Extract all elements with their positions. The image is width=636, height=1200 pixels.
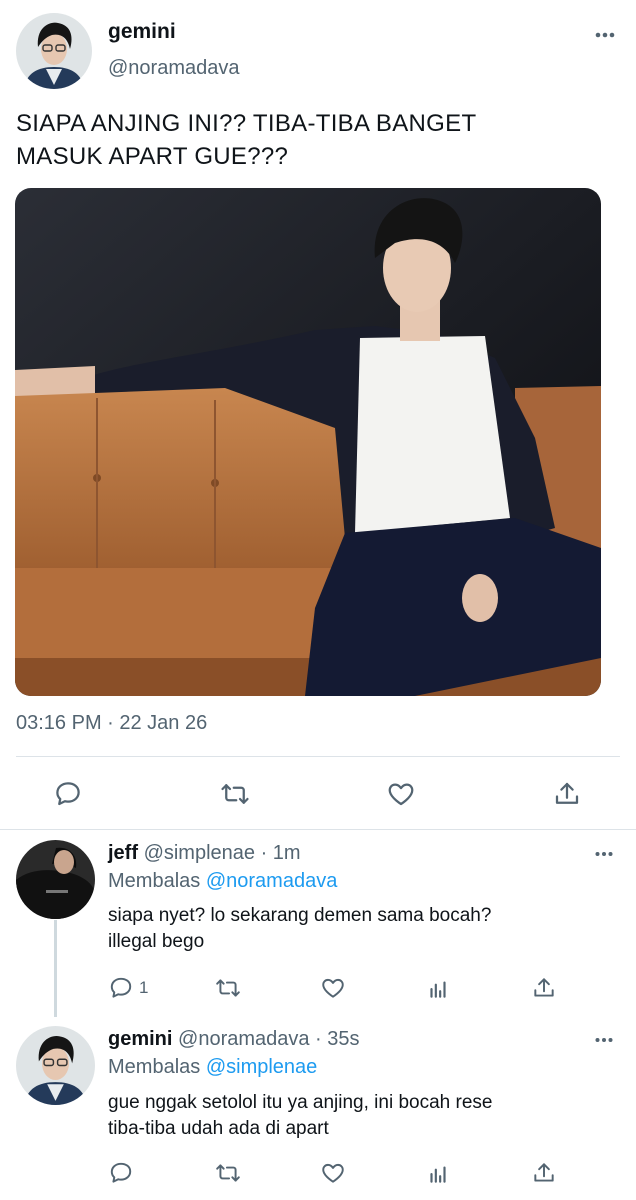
- avatar[interactable]: [16, 1026, 95, 1105]
- tweet-photo[interactable]: [15, 188, 601, 696]
- analytics-icon[interactable]: [425, 975, 451, 1001]
- retweet-icon[interactable]: [220, 779, 250, 809]
- handle[interactable]: @noramadava: [108, 57, 239, 80]
- display-name[interactable]: gemini: [108, 1028, 172, 1050]
- display-name[interactable]: gemini: [108, 20, 176, 44]
- heart-icon[interactable]: [320, 975, 346, 1001]
- handle-time[interactable]: @noramadava · 35s: [178, 1028, 360, 1050]
- reply-text-line: tiba-tiba udah ada di apart: [108, 1118, 329, 1139]
- replying-label: Membalas: [108, 870, 201, 892]
- replying-to: Membalas @noramadava: [108, 870, 337, 893]
- reply-header[interactable]: jeff @simplenae · 1m: [108, 842, 301, 865]
- tweet-text-line: MASUK APART GUE???: [16, 143, 289, 170]
- retweet-icon[interactable]: [215, 1160, 241, 1186]
- replying-label: Membalas: [108, 1056, 201, 1078]
- comment-icon[interactable]: [53, 779, 83, 809]
- reply-count: 1: [139, 978, 149, 997]
- more-options-icon[interactable]: [594, 848, 614, 860]
- reply-text-line: gue nggak setolol itu ya anjing, ini boc…: [108, 1092, 493, 1113]
- tweet-text: SIAPA ANJING INI?? TIBA-TIBA BANGET MASU…: [16, 107, 616, 173]
- comment-icon[interactable]: [108, 975, 134, 1001]
- tweet-text-line: SIAPA ANJING INI?? TIBA-TIBA BANGET: [16, 110, 477, 137]
- avatar[interactable]: [16, 840, 95, 919]
- share-icon[interactable]: [552, 779, 582, 809]
- heart-icon[interactable]: [320, 1160, 346, 1186]
- reply-header[interactable]: gemini @noramadava · 35s: [108, 1028, 360, 1051]
- mention-link[interactable]: @simplenae: [206, 1056, 317, 1078]
- handle-time[interactable]: @simplenae · 1m: [144, 842, 301, 864]
- main-tweet: gemini @noramadava SIAPA ANJING INI?? TI…: [0, 0, 636, 830]
- mention-link[interactable]: @noramadava: [206, 870, 337, 892]
- divider: [16, 756, 620, 757]
- analytics-icon[interactable]: [425, 1160, 451, 1186]
- more-options-icon[interactable]: [594, 28, 616, 42]
- reply-text: gue nggak setolol itu ya anjing, ini boc…: [108, 1090, 608, 1142]
- share-icon[interactable]: [531, 1160, 557, 1186]
- heart-icon[interactable]: [386, 779, 416, 809]
- display-name[interactable]: jeff: [108, 842, 138, 864]
- reply-text-line: siapa nyet? lo sekarang demen sama bocah…: [108, 905, 492, 926]
- reply-text: siapa nyet? lo sekarang demen sama bocah…: [108, 903, 608, 955]
- thread-line: [54, 920, 57, 1017]
- avatar[interactable]: [16, 13, 92, 89]
- comment-icon[interactable]: [108, 1160, 134, 1186]
- retweet-icon[interactable]: [215, 975, 241, 1001]
- timestamp[interactable]: 03:16 PM · 22 Jan 26: [16, 712, 207, 735]
- share-icon[interactable]: [531, 975, 557, 1001]
- reply-text-line: illegal bego: [108, 931, 205, 952]
- more-options-icon[interactable]: [594, 1034, 614, 1046]
- replying-to: Membalas @simplenae: [108, 1056, 317, 1079]
- divider: [0, 829, 636, 830]
